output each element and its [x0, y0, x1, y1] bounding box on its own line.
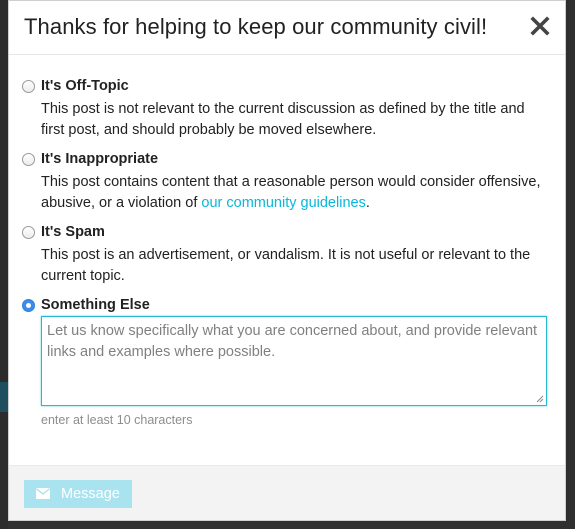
modal-header: Thanks for helping to keep our community… — [9, 1, 565, 55]
something-else-title: Something Else — [41, 297, 150, 313]
inappropriate-title: It's Inappropriate — [41, 151, 159, 167]
spam-radio[interactable] — [22, 226, 35, 239]
off-topic-radio[interactable] — [22, 80, 35, 93]
flag-modal: Thanks for helping to keep our community… — [8, 0, 566, 521]
close-button[interactable] — [527, 13, 553, 39]
modal-footer: Message — [9, 465, 565, 520]
spam-description: This post is an advertisement, or vandal… — [41, 247, 531, 284]
envelope-icon — [36, 488, 50, 499]
modal-title: Thanks for helping to keep our community… — [24, 14, 488, 39]
message-textarea[interactable] — [41, 316, 547, 406]
inappropriate-description: This post contains content that a reason… — [41, 172, 546, 214]
message-button[interactable]: Message — [24, 480, 132, 508]
inappropriate-radio[interactable] — [22, 153, 35, 166]
character-hint: enter at least 10 characters — [41, 413, 193, 427]
spam-title: It's Spam — [41, 224, 105, 240]
backdrop-highlight — [0, 382, 8, 412]
community-guidelines-link[interactable]: our community guidelines — [201, 195, 365, 211]
close-icon — [530, 16, 550, 36]
off-topic-title: It's Off-Topic — [41, 78, 129, 94]
off-topic-description: This post is not relevant to the current… — [41, 101, 525, 138]
backdrop-edge — [0, 0, 8, 529]
message-button-label: Message — [61, 486, 120, 502]
something-else-radio[interactable] — [22, 299, 35, 312]
resize-grip-icon[interactable] — [536, 395, 544, 403]
inappropriate-desc-end: . — [365, 195, 370, 211]
